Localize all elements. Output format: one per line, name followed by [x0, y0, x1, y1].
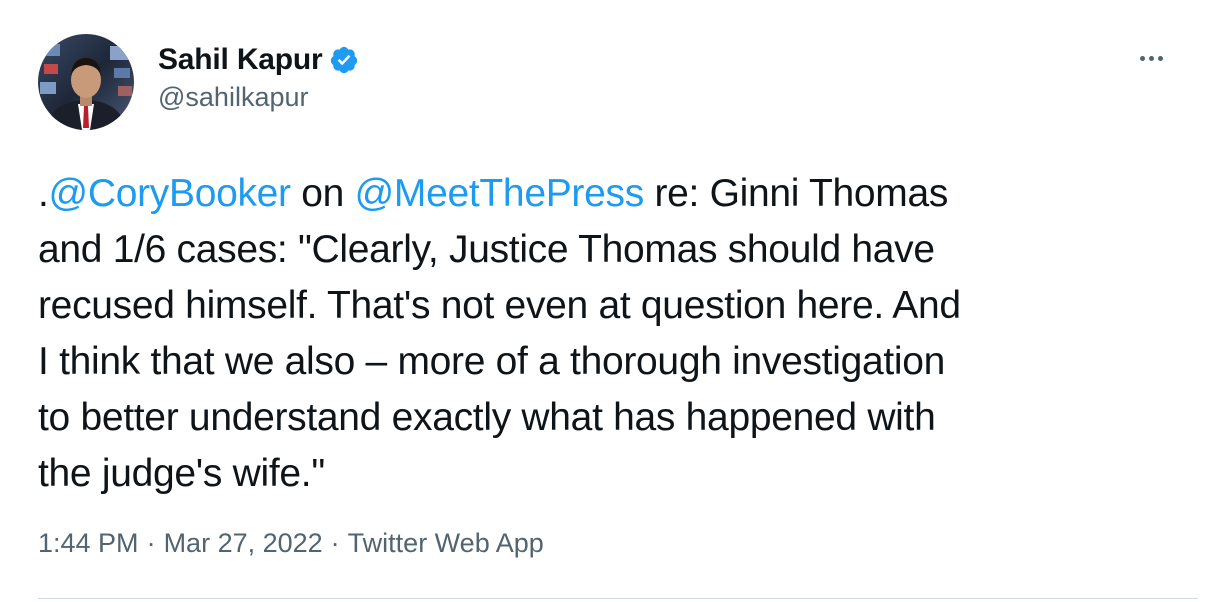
- tweet-text: .@CoryBooker on @MeetThePress re: Ginni …: [38, 166, 1198, 502]
- tweet-line: .@CoryBooker on @MeetThePress re: Ginni …: [38, 166, 1198, 222]
- tweet-line: I think that we also – more of a thoroug…: [38, 340, 946, 383]
- verified-badge-icon: [329, 45, 359, 75]
- divider: [38, 598, 1198, 599]
- tweet-line: recused himself. That's not even at ques…: [38, 284, 961, 327]
- display-name[interactable]: Sahil Kapur: [158, 43, 323, 77]
- tweet-text-segment: .: [38, 172, 49, 215]
- meta-separator: ·: [146, 528, 156, 558]
- avatar[interactable]: [38, 34, 134, 130]
- tweet-text-segment: on: [290, 172, 355, 215]
- more-dot: [1157, 55, 1163, 61]
- tweet-line: to better understand exactly what has ha…: [38, 396, 936, 439]
- meta-separator: ·: [330, 528, 340, 558]
- tweet-card: Sahil Kapur @sahilkapur .@CoryBooker on …: [0, 0, 1226, 602]
- more-dot: [1148, 55, 1154, 61]
- mention-link-corybooker[interactable]: @CoryBooker: [49, 172, 292, 215]
- more-options-button[interactable]: [1126, 38, 1176, 78]
- tweet-metadata: 1:44 PM · Mar 27, 2022 · Twitter Web App: [38, 528, 544, 559]
- mention-link-meetthepress[interactable]: @MeetThePress: [355, 172, 645, 215]
- author-handle[interactable]: @sahilkapur: [158, 82, 308, 113]
- tweet-time[interactable]: 1:44 PM: [38, 528, 139, 559]
- tweet-text-segment: re: Ginni Thomas: [643, 172, 949, 215]
- author-name-row[interactable]: Sahil Kapur: [158, 40, 359, 80]
- tweet-line: the judge's wife.": [38, 452, 325, 495]
- tweet-line: and 1/6 cases: "Clearly, Justice Thomas …: [38, 228, 935, 271]
- tweet-date[interactable]: Mar 27, 2022: [164, 528, 323, 559]
- more-horizontal-icon: [1139, 55, 1145, 61]
- profile-photo-icon: [38, 34, 134, 130]
- tweet-source-link[interactable]: Twitter Web App: [348, 528, 544, 559]
